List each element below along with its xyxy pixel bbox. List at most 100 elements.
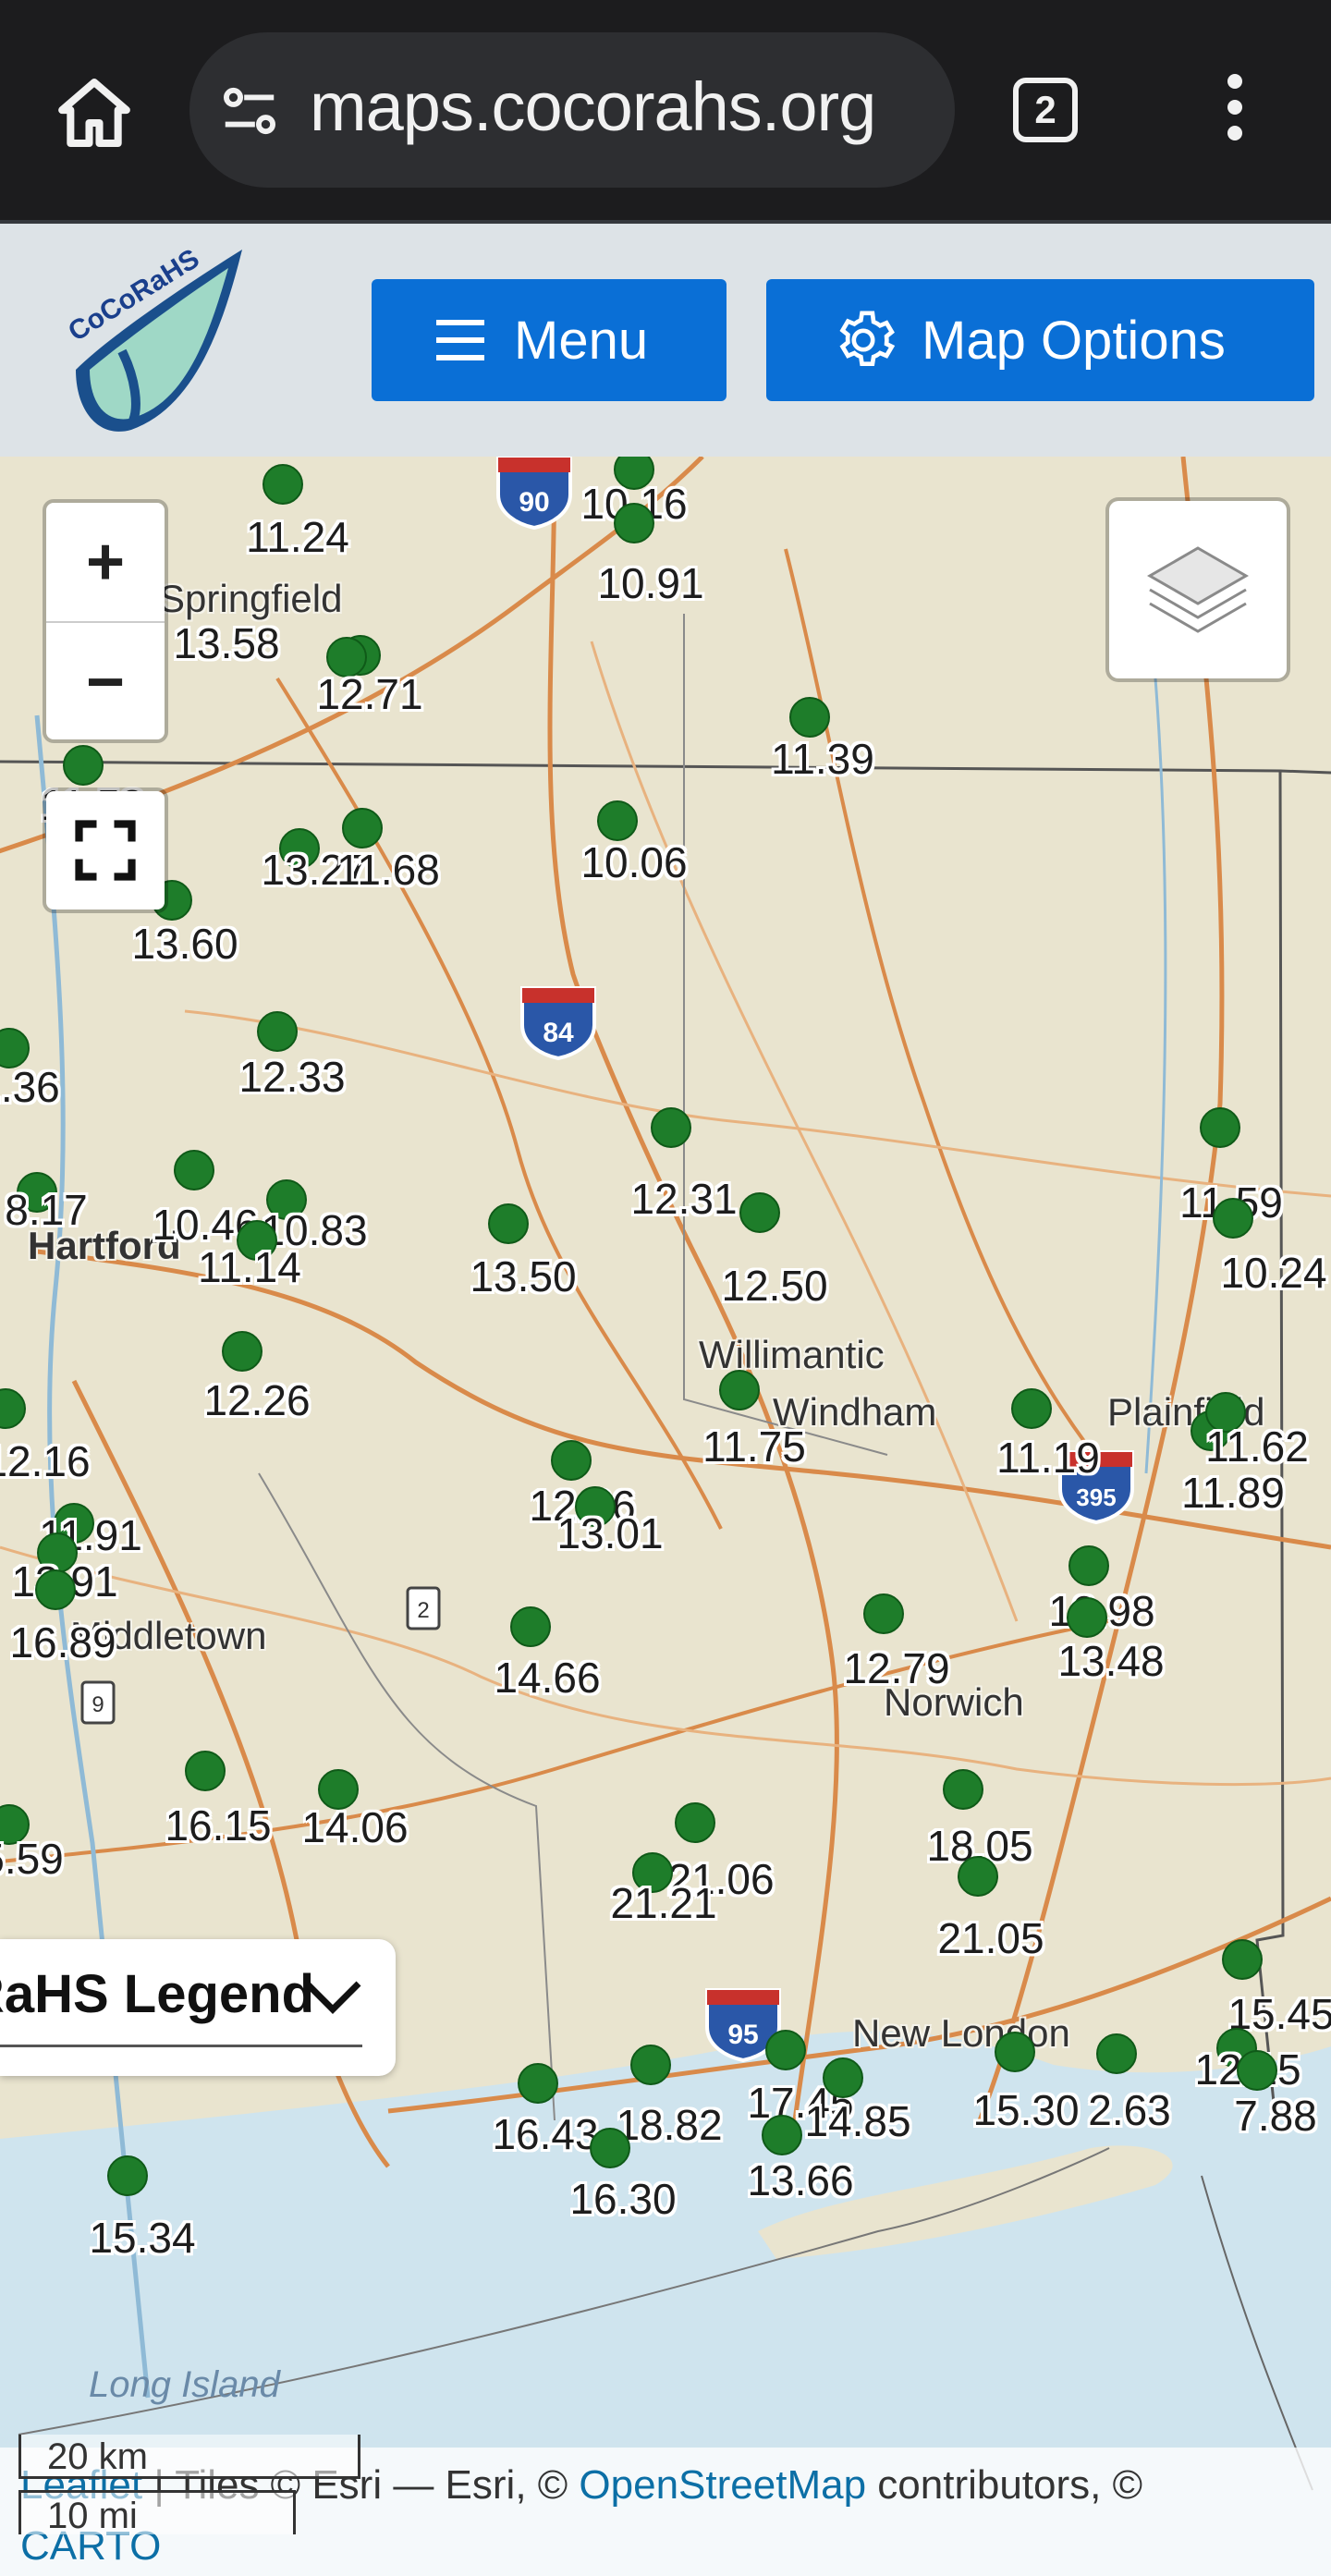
station-marker[interactable] [597,800,638,841]
station-marker[interactable] [174,1150,214,1190]
town-label: Springfield [159,577,343,620]
station-marker[interactable] [739,1192,780,1233]
zoom-in-button[interactable]: + [46,503,165,623]
station-precip-label: 11.62 [1205,1422,1309,1471]
station-precip-label: 12.71 [316,670,423,718]
home-icon[interactable] [54,72,135,153]
station-precip-label: 11.19 [996,1434,1100,1482]
menu-button[interactable]: Menu [372,279,727,401]
shield-95-text: 95 [727,2020,758,2050]
station-precip-label: 18.82 [616,2101,723,2149]
station-marker[interactable] [342,808,383,848]
zoom-control: + − [46,503,165,739]
station-precip-label: 13.50 [470,1252,577,1300]
layers-button[interactable] [1109,501,1287,678]
station-marker[interactable] [1067,1597,1107,1638]
station-marker[interactable] [590,2128,630,2168]
hamburger-icon [436,320,484,360]
shield-9-text: 9 [92,1692,104,1717]
station-marker[interactable] [651,1107,691,1148]
station-precip-label: 15.34 [89,2214,196,2262]
legend-toggle[interactable]: CoCoRaHS Legend [0,1939,396,2076]
station-marker[interactable] [1200,1107,1240,1148]
map-options-label: Map Options [922,310,1226,371]
route-2-shield: 2 [405,1585,442,1631]
station-precip-label: 7.88 [1234,2092,1317,2140]
site-header: CoCoRaHS Menu Map Options [0,220,1331,457]
station-marker[interactable] [675,1802,715,1843]
station-precip-label: 1.36 [0,1063,60,1111]
station-marker[interactable] [614,503,654,543]
layers-icon [1146,546,1250,633]
station-precip-label: 11.14 [198,1243,301,1291]
map-options-button[interactable]: Map Options [766,279,1314,401]
precipitation-map[interactable]: 90 84 395 95 2 9 Springfield Hartford Wi… [0,457,1331,2576]
station-precip-label: 10.91 [597,559,704,607]
station-marker[interactable] [943,1769,983,1810]
station-marker[interactable] [1011,1388,1052,1429]
interstate-84-shield: 84 [519,984,598,1061]
browser-menu-icon[interactable] [1216,74,1253,148]
station-precip-label: 5.59 [0,1835,64,1883]
station-marker[interactable] [863,1593,904,1634]
station-precip-label: 10.06 [580,838,688,886]
station-marker[interactable] [488,1203,529,1244]
station-marker[interactable] [719,1370,760,1410]
station-marker[interactable] [257,1011,298,1052]
station-marker[interactable] [958,1856,998,1897]
station-marker[interactable] [789,697,830,738]
scale-mi: 10 mi [18,2490,296,2536]
tab-switcher-button[interactable]: 2 [1013,78,1078,142]
station-precip-label: 12.79 [843,1644,950,1692]
station-precip-label: 14.66 [494,1654,601,1702]
station-precip-label: 13.60 [131,920,238,968]
station-marker[interactable] [222,1331,263,1372]
station-precip-label: 16.89 [9,1618,116,1666]
menu-button-label: Menu [514,310,649,371]
cocorahs-logo[interactable]: CoCoRaHS [48,231,261,444]
station-marker[interactable] [762,2115,802,2155]
station-precip-label: 14.85 [804,2097,911,2145]
station-precip-label: 11.75 [702,1422,806,1471]
station-marker[interactable] [510,1606,551,1647]
station-marker[interactable] [185,1751,226,1791]
station-precip-label: 14.06 [301,1803,409,1851]
station-precip-label: 16.30 [569,2175,677,2223]
station-marker[interactable] [1068,1545,1109,1586]
water-label: Long Island [89,2364,280,2405]
fullscreen-button[interactable] [46,791,165,910]
station-precip-label: 12.33 [238,1053,346,1101]
station-precip-label: 11.68 [336,846,440,894]
legend-title: CoCoRaHS Legend [0,1964,314,2024]
station-precip-label: 13.58 [173,619,280,667]
gear-icon [839,311,896,366]
station-precip-label: 21.21 [610,1879,717,1927]
station-precip-label: 12.50 [721,1262,828,1310]
address-bar[interactable]: maps.cocorahs.org [189,32,955,188]
station-precip-label: 8.17 [5,1186,88,1234]
station-marker[interactable] [107,2155,148,2196]
station-marker[interactable] [1213,1198,1253,1239]
station-marker[interactable] [35,1569,76,1610]
legend-divider [0,2045,362,2047]
station-marker[interactable] [995,2032,1035,2072]
station-marker[interactable] [551,1440,592,1481]
station-marker[interactable] [823,2057,863,2098]
town-label: New London [852,2011,1070,2055]
station-marker[interactable] [1237,2050,1277,2091]
station-marker[interactable] [630,2045,671,2085]
osm-link[interactable]: OpenStreetMap [579,2462,866,2508]
site-settings-icon[interactable] [217,79,282,143]
station-marker[interactable] [765,2030,806,2070]
station-marker[interactable] [1096,2033,1137,2074]
scale-km: 20 km [18,2435,360,2479]
station-precip-label: 21.05 [937,1914,1044,1962]
zoom-out-button[interactable]: − [46,623,165,741]
fullscreen-icon [75,820,136,881]
station-precip-label: 15.30 [972,2086,1080,2134]
station-precip-label: 11.24 [246,513,349,561]
station-marker[interactable] [518,2063,558,2104]
station-marker[interactable] [263,464,303,505]
station-marker[interactable] [1222,1939,1263,1980]
interstate-90-shield: 90 [495,457,574,531]
